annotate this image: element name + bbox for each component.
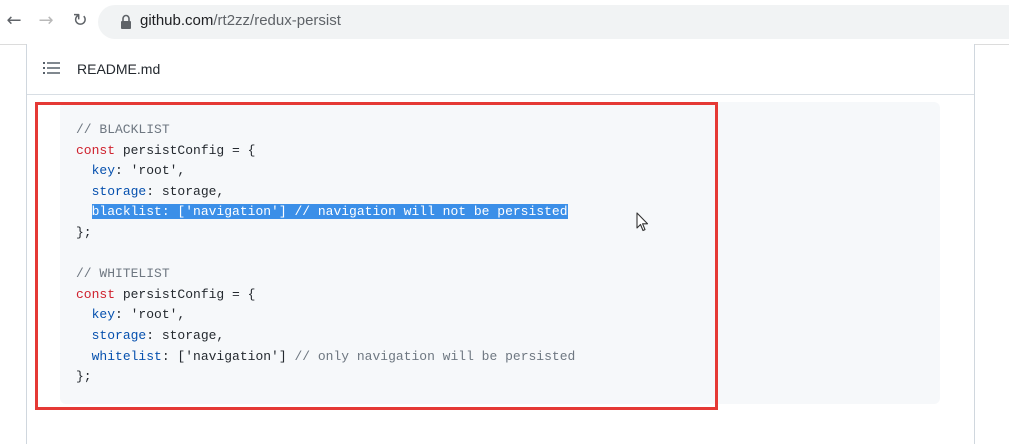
code-text: : 'root',	[115, 163, 186, 179]
code-property: blacklist	[91, 204, 162, 220]
code-property: storage	[91, 183, 147, 199]
code-property: key	[91, 307, 116, 323]
url-host: github.com	[140, 12, 214, 29]
code-line: storage: storage,	[76, 326, 575, 347]
code-keyword: const	[76, 142, 116, 158]
code-comment: // BLACKLIST	[76, 122, 170, 137]
url-path: /rt2zz/redux-persist	[213, 12, 341, 29]
code-line: key: 'root',	[76, 161, 575, 182]
code-text: : storage,	[146, 183, 225, 199]
code-content[interactable]: // BLACKLIST const persistConfig = { key:…	[76, 120, 575, 388]
code-text: };	[76, 369, 92, 385]
code-line: const persistConfig = {	[76, 285, 575, 306]
browser-toolbar: ← → ↻ github.com/rt2zz/redux-persist	[0, 0, 1009, 45]
forward-arrow-icon[interactable]: →	[36, 11, 56, 31]
code-comment: // WHITELIST	[76, 266, 170, 282]
code-line: };	[76, 367, 575, 388]
code-text: };	[76, 224, 92, 240]
code-text: : ['navigation'] // navigation will not …	[161, 204, 568, 220]
code-line: storage: storage,	[76, 182, 575, 203]
code-text: : storage,	[146, 327, 225, 343]
code-property: whitelist	[91, 348, 162, 364]
code-line: // WHITELIST	[76, 264, 575, 285]
code-line: blacklist: ['navigation'] // navigation …	[76, 202, 575, 223]
back-arrow-icon[interactable]: ←	[4, 11, 24, 31]
list-icon[interactable]	[43, 61, 61, 75]
code-line: whitelist: ['navigation'] // only naviga…	[76, 347, 576, 368]
selected-text[interactable]: blacklist: ['navigation'] // navigation …	[91, 204, 568, 220]
code-identifier: persistConfig = {	[115, 142, 256, 158]
code-identifier: persistConfig = {	[115, 286, 256, 302]
mouse-cursor-icon	[636, 212, 649, 232]
code-line: const persistConfig = {	[76, 141, 575, 162]
url-text[interactable]: github.com/rt2zz/redux-persist	[140, 12, 341, 29]
readme-title: README.md	[77, 61, 161, 77]
readme-header: README.md	[27, 44, 974, 95]
code-property: storage	[91, 327, 147, 343]
code-keyword: const	[76, 286, 116, 302]
code-property: key	[91, 163, 116, 179]
code-line: };	[76, 223, 575, 244]
code-comment: // only navigation will be persisted	[294, 348, 576, 364]
code-line: // BLACKLIST	[76, 120, 575, 141]
code-text: : ['navigation']	[161, 348, 295, 364]
readme-container: README.md // BLACKLIST const persistConfi…	[26, 44, 975, 444]
code-text: : 'root',	[115, 307, 186, 323]
code-block[interactable]: // BLACKLIST const persistConfig = { key:…	[60, 102, 940, 404]
lock-icon[interactable]	[120, 14, 132, 30]
reload-icon[interactable]: ↻	[70, 11, 90, 31]
code-line: key: 'root',	[76, 305, 575, 326]
